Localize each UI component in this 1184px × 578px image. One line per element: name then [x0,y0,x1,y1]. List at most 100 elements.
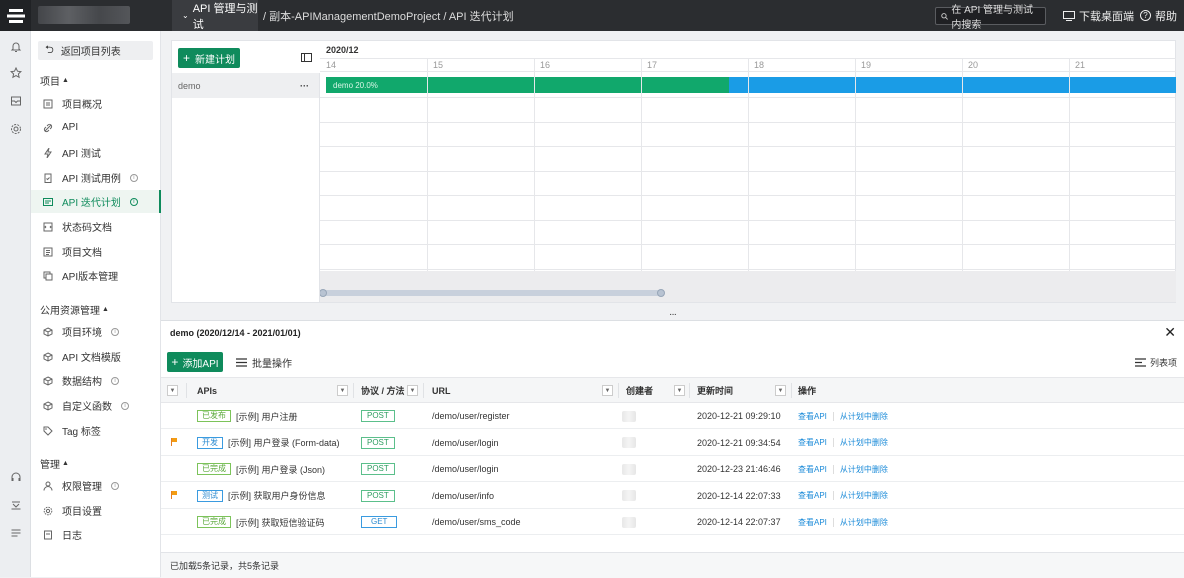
back-to-projects-button[interactable]: ⮌ 返回项目列表 [38,41,153,60]
sidebar-item-environments[interactable]: 项目环境 i [31,320,161,343]
sidebar-item-permissions[interactable]: 权限管理 i [31,474,161,497]
module-switcher[interactable]: ⌄ API 管理与测试 [172,0,258,31]
sidebar-item-doc-templates[interactable]: API 文档模版 [31,345,161,368]
api-name[interactable]: [示例] 用户注册 [236,410,298,423]
sidebar-item-label: 日志 [62,531,82,542]
search-input[interactable]: 在 API 管理与测试 内搜索 [935,5,1046,31]
scroll-handle-right[interactable] [657,289,665,297]
sidebar-item-iteration-plan[interactable]: API 迭代计划 i [31,190,161,213]
sidebar-item-logs[interactable]: 日志 [31,523,161,546]
api-name[interactable]: [示例] 获取短信验证码 [236,516,325,529]
nav-section-shared-resources[interactable]: 公用资源管理 ▲ [40,302,109,317]
sidebar-item-data-structures[interactable]: 数据结构 i [31,369,161,392]
view-api-link[interactable]: 查看API [798,437,827,448]
view-api-link[interactable]: 查看API [798,490,827,501]
header-apis: APIs [197,385,218,396]
info-icon[interactable]: i [111,481,119,490]
sidebar-item-status-codes[interactable]: 状态码文档 [31,215,161,238]
filter-icon[interactable]: ▼ [775,385,786,396]
nav-section-management[interactable]: 管理 ▲ [40,456,69,471]
settings-icon[interactable] [8,121,23,136]
project-sidebar: ⮌ 返回项目列表 项目 ▲ 项目概况 API API 测试 API 测试用例 i A… [31,31,161,577]
chevron-down-icon: ⌄ [182,11,189,20]
clipboard-icon [43,173,53,183]
filter-icon[interactable]: ▼ [337,385,348,396]
sidebar-item-tags[interactable]: Tag 标签 [31,419,161,442]
api-name[interactable]: [示例] 用户登录 (Form-data) [228,436,340,449]
remove-from-plan-link[interactable]: 从计划中删除 [840,437,888,448]
sidebar-item-label: 自定义函数 [62,402,112,413]
download-tray-icon[interactable] [8,497,23,512]
api-url: /demo/user/register [432,411,510,421]
sidebar-item-test-cases[interactable]: API 测试用例 i [31,166,161,189]
monitor-icon [1063,10,1075,21]
star-icon[interactable] [8,65,23,80]
sidebar-item-custom-functions[interactable]: 自定义函数 i [31,394,161,417]
info-icon[interactable]: i [111,327,119,336]
info-icon[interactable]: i [129,197,138,206]
cube-icon [43,326,53,337]
api-name[interactable]: [示例] 用户登录 (Json) [236,463,325,476]
filter-icon[interactable]: ▼ [602,385,613,396]
download-desktop-link[interactable]: 下载桌面端 [1063,0,1134,31]
link-separator [832,411,834,421]
bell-icon[interactable] [8,39,23,54]
sidebar-item-overview[interactable]: 项目概况 [31,92,161,115]
sidebar-item-project-settings[interactable]: 项目设置 [31,499,161,522]
list-icon[interactable] [8,525,23,540]
view-api-link[interactable]: 查看API [798,464,827,475]
gantt-day-label: 14 [326,60,337,70]
help-link[interactable]: ? 帮助 [1140,0,1177,31]
plan-progress-bar[interactable]: demo 20.0% [326,77,729,93]
sidebar-item-versions[interactable]: API版本管理 [31,264,161,287]
status-badge: 已发布 [197,410,231,422]
creator-cell [622,483,636,509]
api-name[interactable]: [示例] 获取用户身份信息 [228,489,326,502]
updated-time: 2020-12-21 09:29:10 [697,411,781,421]
remove-from-plan-link[interactable]: 从计划中删除 [840,411,888,422]
table-row[interactable]: 已完成 [示例] 获取短信验证码 GET/demo/user/sms_code 202… [161,509,1184,535]
plan-row[interactable]: demo ··· [172,73,319,98]
select-all-dropdown-icon[interactable]: ▼ [167,385,178,396]
plan-name: demo [178,80,201,91]
filter-icon[interactable]: ▼ [674,385,685,396]
view-api-link[interactable]: 查看API [798,517,827,528]
columns-button[interactable]: 列表项 [1134,352,1177,372]
sidebar-item-api[interactable]: API [31,116,161,139]
more-icon[interactable]: ··· [300,81,309,91]
view-api-link[interactable]: 查看API [798,411,827,422]
remove-from-plan-link[interactable]: 从计划中删除 [840,464,888,475]
calendar-icon [43,197,53,207]
api-url: /demo/user/info [432,490,495,501]
gantt-scrollbar[interactable] [320,289,665,297]
info-icon[interactable]: i [129,173,138,182]
table-row[interactable]: 已发布 [示例] 用户注册 POST/demo/user/register 2020-… [161,403,1184,429]
add-api-button[interactable]: + 添加API [167,352,223,372]
method-badge: GET [361,516,398,528]
avatar [622,463,636,475]
caret-up-icon: ▲ [62,77,69,84]
app-logo[interactable] [0,0,31,31]
headset-icon[interactable] [8,469,23,484]
remove-from-plan-link[interactable]: 从计划中删除 [840,490,888,501]
info-icon[interactable]: i [111,376,119,385]
table-row[interactable]: 已完成 [示例] 用户登录 (Json) POST/demo/user/login 2… [161,456,1184,482]
avatar [622,437,636,448]
info-icon[interactable]: i [121,401,129,410]
back-label: 返回项目列表 [60,47,121,58]
table-row[interactable]: 开发 [示例] 用户登录 (Form-data) POST/demo/user/lo… [161,430,1184,456]
sidebar-toggle-icon[interactable] [301,53,312,62]
nav-section-project[interactable]: 项目 ▲ [40,73,69,88]
new-plan-button[interactable]: + 新建计划 [178,48,240,68]
plan-remaining-bar[interactable] [729,77,1176,93]
sidebar-item-api-test[interactable]: API 测试 [31,141,161,164]
close-icon[interactable]: ✕ [1164,324,1176,341]
filter-icon[interactable]: ▼ [407,385,418,396]
resize-handle[interactable]: ··· [161,308,1184,320]
batch-operations-button[interactable]: 批量操作 [236,352,292,372]
scroll-handle-left[interactable] [320,289,327,297]
table-row[interactable]: 测试 [示例] 获取用户身份信息 POST/demo/user/info 2020-1… [161,483,1184,509]
inbox-icon[interactable] [8,93,23,108]
remove-from-plan-link[interactable]: 从计划中删除 [840,517,888,528]
sidebar-item-project-docs[interactable]: 项目文档 [31,240,161,263]
